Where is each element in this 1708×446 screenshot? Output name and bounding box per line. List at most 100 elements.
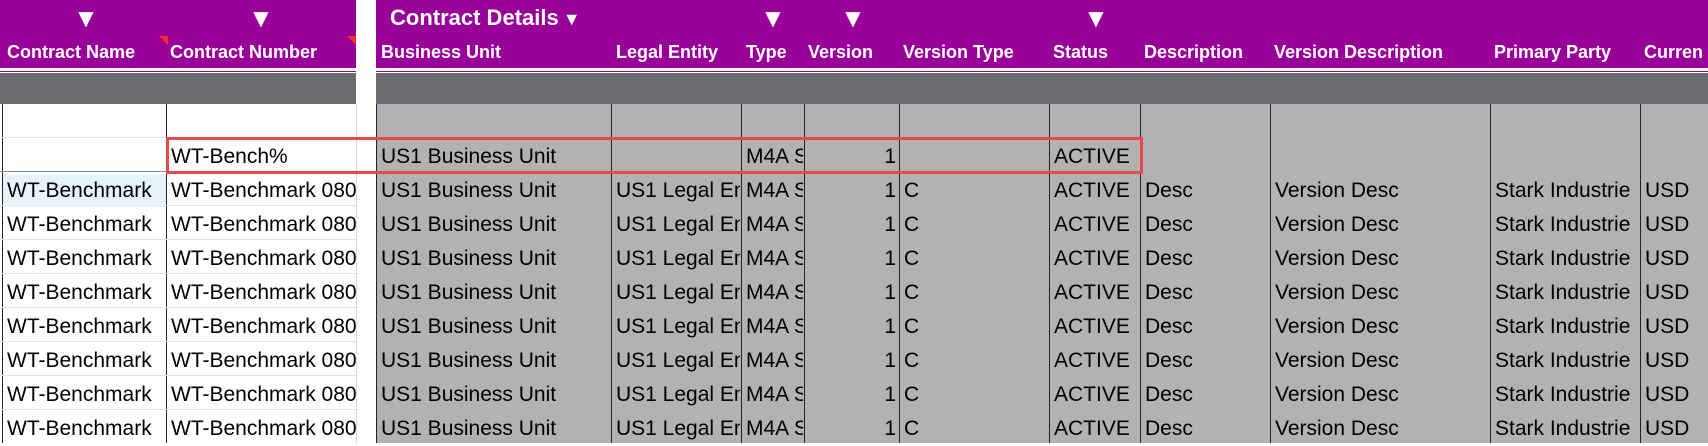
- cell-version[interactable]: 1: [806, 378, 896, 412]
- cell-version-type[interactable]: C: [904, 412, 1048, 446]
- cell-version-description[interactable]: Version Desc: [1275, 344, 1489, 378]
- cell-version-description[interactable]: Version Desc: [1275, 174, 1489, 208]
- cell-status[interactable]: ACTIVE: [1054, 242, 1139, 276]
- cell-currency[interactable]: USD: [1645, 310, 1708, 344]
- cell-version[interactable]: 1: [806, 310, 896, 344]
- cell-version-type[interactable]: C: [904, 174, 1048, 208]
- col-header-contract-name[interactable]: Contract Name: [7, 42, 167, 63]
- cell-version[interactable]: 1: [806, 276, 896, 310]
- cell-status[interactable]: ACTIVE: [1054, 412, 1139, 446]
- cell-type[interactable]: M4A S: [746, 412, 803, 446]
- cell-primary-party[interactable]: Stark Industrie: [1495, 412, 1639, 446]
- cell-description[interactable]: Desc: [1145, 208, 1269, 242]
- cell-primary-party[interactable]: Stark Industrie: [1495, 208, 1639, 242]
- cell-business-unit[interactable]: US1 Business Unit: [381, 174, 609, 208]
- cell-contract-name[interactable]: WT-Benchmark: [7, 276, 165, 310]
- cell-legal-entity[interactable]: US1 Legal En: [616, 276, 740, 310]
- cell-version[interactable]: 1: [806, 412, 896, 446]
- cell-contract-number[interactable]: WT-Benchmark 0808: [171, 412, 356, 446]
- cell-business-unit[interactable]: US1 Business Unit: [381, 412, 609, 446]
- cell-status[interactable]: ACTIVE: [1054, 174, 1139, 208]
- col-header-currency[interactable]: Curren: [1644, 42, 1708, 63]
- cell-contract-name[interactable]: WT-Benchmark: [7, 310, 165, 344]
- cell-version-description[interactable]: Version Desc: [1275, 276, 1489, 310]
- col-header-version-type[interactable]: Version Type: [903, 42, 1048, 63]
- cell-legal-entity[interactable]: US1 Legal En: [616, 174, 740, 208]
- section-dropdown-icon[interactable]: ▼: [563, 9, 581, 29]
- cell-status[interactable]: ACTIVE: [1054, 208, 1139, 242]
- cell-business-unit[interactable]: US1 Business Unit: [381, 242, 609, 276]
- cell-version[interactable]: 1: [806, 174, 896, 208]
- cell-contract-name[interactable]: WT-Benchmark: [7, 242, 165, 276]
- cell-currency[interactable]: USD: [1645, 344, 1708, 378]
- cell-version-type[interactable]: C: [904, 378, 1048, 412]
- cell-legal-entity[interactable]: US1 Legal En: [616, 242, 740, 276]
- cell-status[interactable]: ACTIVE: [1054, 276, 1139, 310]
- cell-legal-entity[interactable]: US1 Legal En: [616, 412, 740, 446]
- cell-status[interactable]: ACTIVE: [1054, 378, 1139, 412]
- cell-type[interactable]: M4A S: [746, 242, 803, 276]
- cell-business-unit[interactable]: US1 Business Unit: [381, 276, 609, 310]
- cell-version-type[interactable]: C: [904, 344, 1048, 378]
- cell-currency[interactable]: USD: [1645, 174, 1708, 208]
- filter-dropdown-icon[interactable]: ▼: [842, 8, 864, 28]
- cell-business-unit[interactable]: US1 Business Unit: [381, 208, 609, 242]
- cell-status[interactable]: ACTIVE: [1054, 310, 1139, 344]
- col-header-primary-party[interactable]: Primary Party: [1494, 42, 1644, 63]
- cell-primary-party[interactable]: Stark Industrie: [1495, 174, 1639, 208]
- cell-version-description[interactable]: Version Desc: [1275, 378, 1489, 412]
- cell-currency[interactable]: USD: [1645, 378, 1708, 412]
- filter-dropdown-icon[interactable]: ▼: [250, 8, 272, 28]
- cell-description[interactable]: Desc: [1145, 310, 1269, 344]
- cell-contract-name[interactable]: WT-Benchmark: [7, 412, 165, 446]
- cell-business-unit[interactable]: US1 Business Unit: [381, 378, 609, 412]
- cell-contract-name[interactable]: WT-Benchmark: [7, 378, 165, 412]
- cell-version-description[interactable]: Version Desc: [1275, 310, 1489, 344]
- cell-version-description[interactable]: Version Desc: [1275, 242, 1489, 276]
- cell-description[interactable]: Desc: [1145, 344, 1269, 378]
- cell-legal-entity[interactable]: US1 Legal En: [616, 208, 740, 242]
- cell-primary-party[interactable]: Stark Industrie: [1495, 276, 1639, 310]
- cell-contract-number[interactable]: WT-Benchmark 0808: [171, 378, 356, 412]
- cell-contract-number[interactable]: WT-Benchmark 0808: [171, 174, 356, 208]
- cell-description[interactable]: Desc: [1145, 412, 1269, 446]
- cell-type[interactable]: M4A S: [746, 310, 803, 344]
- cell-business-unit[interactable]: US1 Business Unit: [381, 310, 609, 344]
- col-header-business-unit[interactable]: Business Unit: [381, 42, 601, 63]
- cell-contract-name[interactable]: WT-Benchmark: [7, 344, 165, 378]
- cell-contract-name[interactable]: WT-Benchmark: [7, 174, 165, 208]
- cell-contract-number[interactable]: WT-Benchmark 0808: [171, 208, 356, 242]
- cell-version-type[interactable]: C: [904, 242, 1048, 276]
- cell-description[interactable]: Desc: [1145, 242, 1269, 276]
- cell-type[interactable]: M4A S: [746, 174, 803, 208]
- cell-contract-number[interactable]: WT-Benchmark 0808: [171, 344, 356, 378]
- cell-contract-number[interactable]: WT-Benchmark 0808: [171, 310, 356, 344]
- cell-currency[interactable]: USD: [1645, 242, 1708, 276]
- cell-version[interactable]: 1: [806, 208, 896, 242]
- filter-dropdown-icon[interactable]: ▼: [75, 8, 97, 28]
- cell-version-type[interactable]: C: [904, 276, 1048, 310]
- cell-type[interactable]: M4A S: [746, 344, 803, 378]
- cell-status[interactable]: ACTIVE: [1054, 344, 1139, 378]
- col-header-version-description[interactable]: Version Description: [1274, 42, 1484, 63]
- cell-version-type[interactable]: C: [904, 310, 1048, 344]
- cell-business-unit[interactable]: US1 Business Unit: [381, 344, 609, 378]
- cell-contract-number[interactable]: WT-Benchmark 0808: [171, 276, 356, 310]
- col-header-legal-entity[interactable]: Legal Entity: [616, 42, 741, 63]
- cell-contract-name[interactable]: WT-Benchmark: [7, 208, 165, 242]
- filter-dropdown-icon[interactable]: ▼: [1085, 8, 1107, 28]
- cell-legal-entity[interactable]: US1 Legal En: [616, 310, 740, 344]
- cell-legal-entity[interactable]: US1 Legal En: [616, 378, 740, 412]
- col-header-version[interactable]: Version: [808, 42, 900, 63]
- cell-version-description[interactable]: Version Desc: [1275, 412, 1489, 446]
- col-header-type[interactable]: Type: [746, 42, 806, 63]
- cell-description[interactable]: Desc: [1145, 378, 1269, 412]
- cell-description[interactable]: Desc: [1145, 276, 1269, 310]
- cell-primary-party[interactable]: Stark Industrie: [1495, 310, 1639, 344]
- cell-currency[interactable]: USD: [1645, 208, 1708, 242]
- cell-primary-party[interactable]: Stark Industrie: [1495, 242, 1639, 276]
- col-header-contract-number[interactable]: Contract Number: [170, 42, 350, 63]
- col-header-description[interactable]: Description: [1144, 42, 1269, 63]
- cell-contract-number[interactable]: WT-Benchmark 0808: [171, 242, 356, 276]
- cell-type[interactable]: M4A S: [746, 276, 803, 310]
